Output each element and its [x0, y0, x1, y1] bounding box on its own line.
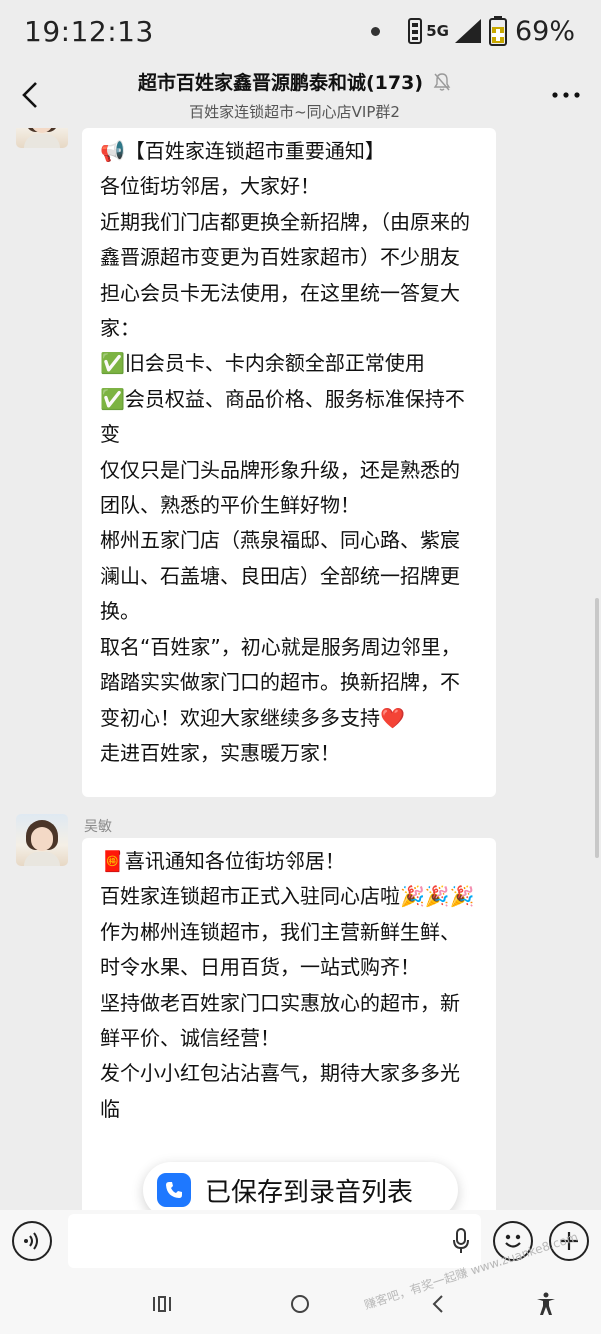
battery-icon [488, 16, 507, 46]
message-line: 发个小小红包沾沾喜气，期待大家多多光临 [100, 1061, 460, 1121]
recent-apps-button[interactable] [150, 1292, 174, 1316]
message-line: ✅旧会员卡、卡内余额全部正常使用 [100, 351, 425, 376]
chat-title-block[interactable]: 超市百姓家鑫晋源鹏泰和诚(173) 百姓家连锁超市~同心店VIP群2 [58, 68, 531, 122]
accessibility-icon [537, 1292, 555, 1315]
message-line: 百姓家连锁超市正式入驻同心店啦🎉🎉🎉 [100, 884, 475, 909]
status-bar: 19:12:13 5G 69% [0, 0, 601, 62]
message-line: 走进百姓家，实惠暖万家！ [100, 740, 340, 765]
notification-dot-icon [371, 26, 381, 36]
message-line: 仅仅只是门头品牌形象升级，还是熟悉的团队、熟悉的平价生鲜好物！ [100, 457, 460, 518]
more-dots-icon [552, 92, 580, 98]
avatar[interactable] [16, 128, 68, 148]
avatar[interactable] [16, 814, 68, 866]
recent-apps-icon [153, 1296, 171, 1312]
message-line: 近期我们门店都更换全新招牌，（由原来的鑫晋源超市变更为百姓家超市）不少朋友担心会… [100, 209, 470, 341]
message-line: 取名“百姓家”，初心就是服务周边邻里，踏踏实实做家门口的超市。换新招牌，不变初心… [100, 634, 461, 730]
microphone-icon[interactable] [451, 1227, 471, 1255]
home-icon [291, 1295, 309, 1313]
accessibility-button[interactable] [534, 1292, 558, 1316]
chat-header: 超市百姓家鑫晋源鹏泰和诚(173) 百姓家连锁超市~同心店VIP群2 [0, 62, 601, 128]
mute-bell-icon [433, 72, 451, 91]
chat-title: 超市百姓家鑫晋源鹏泰和诚(173) [137, 72, 424, 94]
more-button[interactable] [531, 62, 601, 128]
status-time: 19:12:13 [24, 14, 154, 48]
toast-text: 已保存到录音列表 [205, 1177, 414, 1208]
voice-input-button[interactable] [12, 1221, 52, 1261]
message-line: 📢【百姓家连锁超市重要通知】 [100, 139, 385, 163]
message-bubble[interactable]: 📢【百姓家连锁超市重要通知】 各位街坊邻居，大家好！ 近期我们门店都更换全新招牌… [82, 128, 496, 797]
network-indicator: 5G [408, 18, 483, 44]
scrollbar[interactable] [595, 598, 599, 858]
back-arrow-icon [22, 82, 37, 108]
voice-input-icon [24, 1232, 38, 1250]
home-button[interactable] [288, 1292, 312, 1316]
back-nav-button[interactable] [426, 1292, 450, 1316]
sender-name: 吴敏 [84, 819, 112, 835]
message-line: 🧧喜讯通知各位街坊邻居！ [100, 849, 345, 873]
back-nav-icon [432, 1295, 443, 1313]
battery-percentage: 69% [514, 15, 575, 47]
back-button[interactable] [2, 62, 58, 128]
message-line: 各位街坊邻居，大家好！ [100, 174, 320, 199]
message-line: 作为郴州连锁超市，我们主营新鲜生鲜、时令水果、日用百货，一站式购齐！ [100, 919, 460, 980]
phone-icon [157, 1173, 191, 1207]
signal-icon [454, 19, 481, 43]
chat-subtitle: 百姓家连锁超市~同心店VIP群2 [189, 103, 400, 121]
message-input[interactable] [68, 1214, 481, 1268]
message-bubble[interactable]: 🧧喜讯通知各位街坊邻居！ 百姓家连锁超市正式入驻同心店啦🎉🎉🎉 作为郴州连锁超市… [82, 838, 496, 1210]
message-line: ✅会员权益、商品价格、服务标准保持不变 [100, 386, 465, 447]
message-line: 坚持做老百姓家门口实惠放心的超市，新鲜平价、诚信经营！ [100, 990, 460, 1051]
message-line: 郴州五家门店（燕泉福邸、同心路、紫宸澜山、石盖塘、良田店）全部统一招牌更换。 [100, 528, 460, 624]
chat-message-list[interactable]: 📢【百姓家连锁超市重要通知】 各位街坊邻居，大家好！ 近期我们门店都更换全新招牌… [0, 128, 601, 1210]
network-type: 5G [426, 22, 449, 40]
sim-icon [408, 18, 423, 44]
system-nav-bar [0, 1272, 601, 1334]
